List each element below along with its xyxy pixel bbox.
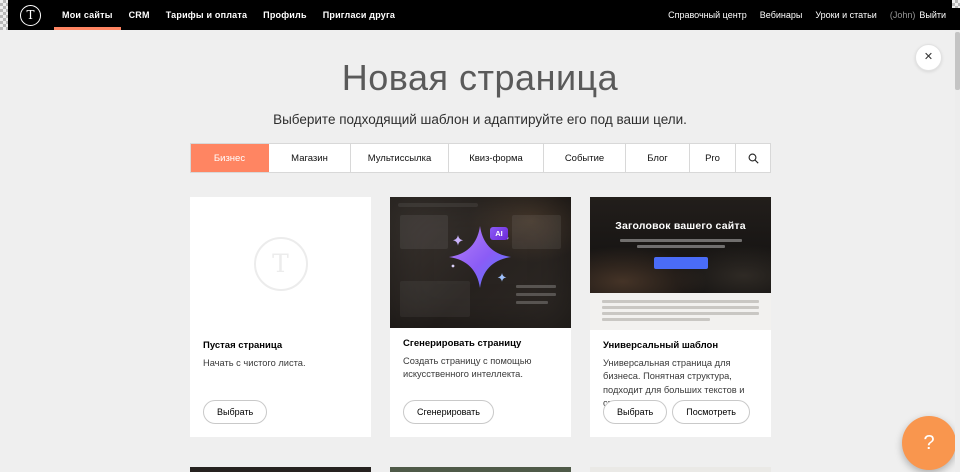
preview-shape: [398, 203, 478, 207]
text-line: [602, 300, 759, 303]
tab-quiz-form[interactable]: Квиз-форма: [449, 144, 544, 172]
template-card-ai: AI Сгенерировать страницу Создать страни…: [390, 197, 571, 437]
template-grid-next-row: [190, 467, 771, 472]
question-mark-icon: ?: [923, 432, 934, 455]
card-description: Создать страницу с помощью искусственног…: [403, 355, 563, 382]
card-title: Универсальный шаблон: [603, 340, 763, 351]
card-info: Универсальный шаблон Универсальная стран…: [590, 330, 771, 411]
nav-my-sites[interactable]: Мои сайты: [54, 0, 121, 30]
tab-search[interactable]: [736, 144, 770, 172]
template-card-partial[interactable]: [390, 467, 571, 472]
page-subtitle: Выберите подходящий шаблон и адаптируйте…: [0, 112, 960, 127]
search-icon: [748, 153, 759, 164]
help-button[interactable]: ?: [902, 416, 956, 470]
nav-lessons[interactable]: Уроки и статьи: [815, 10, 876, 20]
blank-choose-button[interactable]: Выбрать: [203, 400, 267, 424]
close-icon: ✕: [924, 52, 933, 63]
tab-multilink[interactable]: Мультиссылка: [351, 144, 449, 172]
text-line: [602, 318, 710, 321]
preview-shape: [400, 215, 448, 249]
card-actions: Выбрать Посмотреть: [603, 400, 750, 424]
template-card-partial[interactable]: [190, 467, 371, 472]
scrollbar[interactable]: [955, 30, 960, 472]
tilda-logo-letter: T: [26, 8, 34, 22]
tab-business[interactable]: Бизнес: [191, 144, 269, 172]
ai-preview[interactable]: AI: [390, 197, 571, 328]
universal-preview[interactable]: Заголовок вашего сайта: [590, 197, 771, 330]
universal-choose-button[interactable]: Выбрать: [603, 400, 667, 424]
tilda-watermark-icon: T: [254, 237, 308, 291]
template-card-blank: T Пустая страница Начать с чистого листа…: [190, 197, 371, 437]
card-title: Сгенерировать страницу: [403, 338, 563, 349]
universal-preview-button[interactable]: Посмотреть: [672, 400, 750, 424]
tab-blog[interactable]: Блог: [626, 144, 690, 172]
nav-webinars[interactable]: Вебинары: [760, 10, 803, 20]
text-line: [602, 312, 759, 315]
ai-generate-button[interactable]: Сгенерировать: [403, 400, 494, 424]
text-line: [602, 306, 759, 309]
logout-link[interactable]: Выйти: [919, 10, 946, 20]
universal-hero: Заголовок вашего сайта: [590, 197, 771, 293]
template-card-universal: Заголовок вашего сайта Универсальный шаб…: [590, 197, 771, 437]
template-category-tabs: Бизнес Магазин Мультиссылка Квиз-форма С…: [190, 143, 771, 173]
nav-crm[interactable]: CRM: [121, 0, 158, 30]
main-nav: Мои сайты CRM Тарифы и оплата Профиль Пр…: [54, 0, 403, 30]
tab-shop[interactable]: Магазин: [269, 144, 351, 172]
ai-badge: AI: [490, 227, 508, 240]
preview-shape: [512, 215, 561, 249]
account-area: (John) Выйти: [890, 10, 946, 20]
blank-preview[interactable]: T: [190, 197, 371, 330]
nav-invite-friend[interactable]: Пригласи друга: [315, 0, 403, 30]
hero-title: Заголовок вашего сайта: [615, 220, 746, 232]
close-button[interactable]: ✕: [915, 44, 942, 71]
template-grid: T Пустая страница Начать с чистого листа…: [190, 197, 771, 437]
card-title: Пустая страница: [203, 340, 363, 351]
hero-subtitle-line: [637, 245, 725, 248]
template-card-partial[interactable]: [590, 467, 771, 472]
hero-cta-button: [654, 257, 708, 269]
universal-text-section: [590, 293, 771, 330]
topbar: T Мои сайты CRM Тарифы и оплата Профиль …: [0, 0, 960, 30]
edge-pattern-right: [952, 0, 960, 8]
card-info: Пустая страница Начать с чистого листа.: [190, 330, 371, 370]
user-name: (John): [890, 10, 916, 20]
card-actions: Сгенерировать: [403, 400, 494, 424]
page-title: Новая страница: [0, 56, 960, 100]
scrollbar-thumb[interactable]: [955, 32, 960, 90]
secondary-nav: Справочный центр Вебинары Уроки и статьи…: [668, 0, 946, 30]
card-description: Начать с чистого листа.: [203, 357, 363, 370]
nav-billing[interactable]: Тарифы и оплата: [158, 0, 255, 30]
hero-subtitle-line: [620, 239, 742, 242]
preview-shape: [516, 293, 556, 296]
nav-profile[interactable]: Профиль: [255, 0, 315, 30]
edge-pattern-left: [0, 0, 8, 30]
watermark-letter: T: [272, 249, 289, 278]
tab-pro[interactable]: Pro: [690, 144, 736, 172]
card-actions: Выбрать: [203, 400, 267, 424]
nav-help-center[interactable]: Справочный центр: [668, 10, 747, 20]
tab-event[interactable]: Событие: [544, 144, 626, 172]
card-info: Сгенерировать страницу Создать страницу …: [390, 328, 571, 382]
preview-shape: [516, 301, 548, 304]
tilda-logo[interactable]: T: [20, 5, 41, 26]
preview-shape: [516, 285, 556, 288]
